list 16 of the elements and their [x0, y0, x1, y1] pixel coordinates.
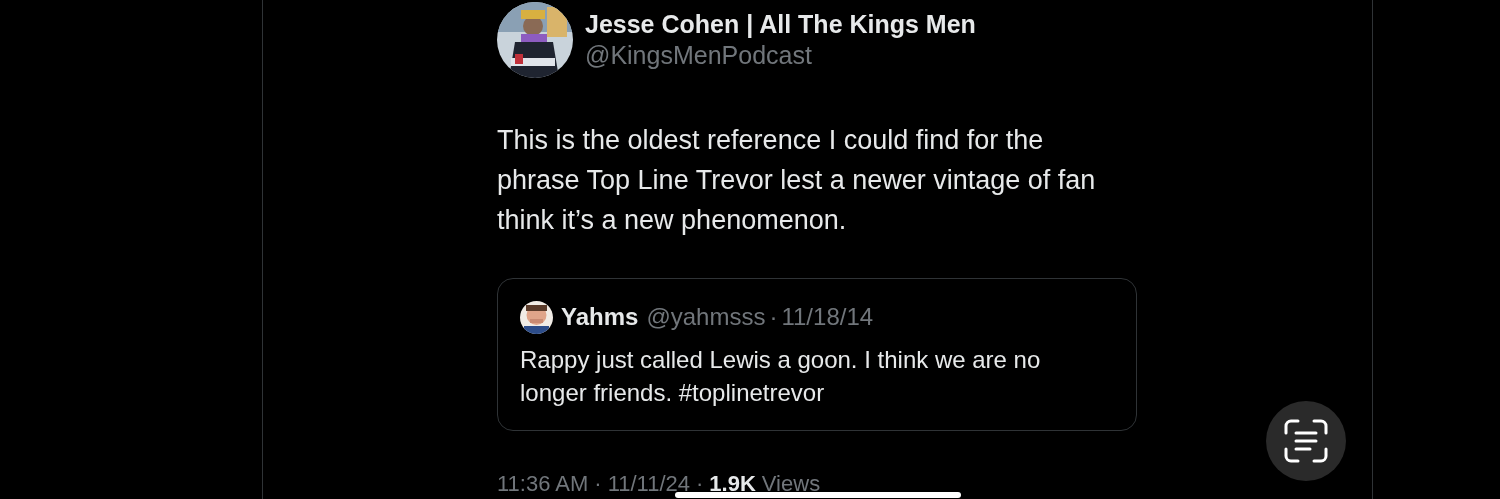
post-date: 11/11/24 — [607, 471, 691, 497]
author-name[interactable]: Jesse Cohen | All The Kings Men — [585, 9, 976, 39]
quoted-post-text: Rappy just called Lewis a goon. I think we are no longer friends. #toplinetrevor — [520, 345, 1042, 408]
author-handle[interactable]: @KingsMenPodcast — [585, 39, 976, 71]
separator: · — [594, 471, 602, 497]
scan-text-icon — [1284, 419, 1328, 463]
separator: · — [696, 471, 704, 497]
quoted-author-handle[interactable]: @yahmsss — [646, 299, 766, 335]
quoted-author-name[interactable]: Yahms — [561, 299, 639, 335]
views-label: Views — [761, 471, 821, 497]
post-time: 11:36 AM — [497, 471, 589, 497]
quoted-post[interactable]: Yahms @yahmsss · 11/18/14 Rappy just called Lewis a goon. I think we are no longer friends. #toplinetrevor — [497, 278, 1137, 431]
separator: · — [769, 302, 778, 332]
views-count: 1.9K — [709, 471, 756, 497]
quoted-post-date: 11/18/14 — [781, 302, 874, 332]
post-text: This is the oldest reference I could find for the phrase Top Line Trevor lest a newer vintage of fan think it’s a new phenomenon. — [497, 124, 1097, 237]
